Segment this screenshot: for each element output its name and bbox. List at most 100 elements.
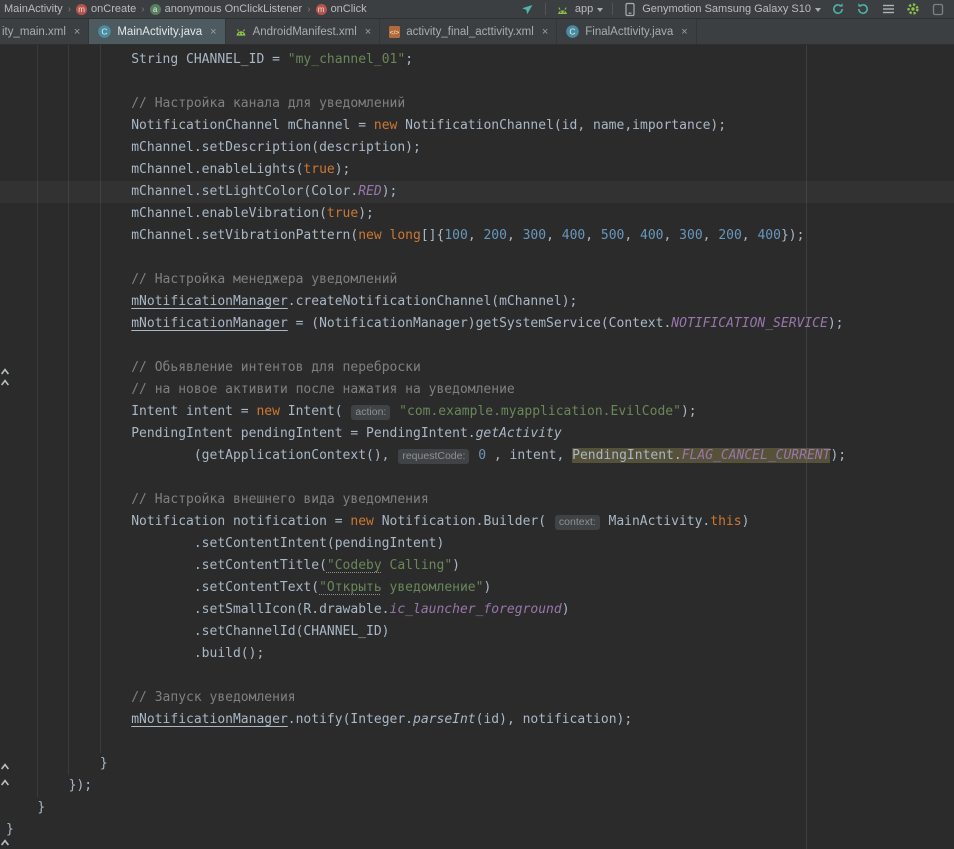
svg-text:</>: </> <box>390 29 400 36</box>
tab-close-icon[interactable]: × <box>681 26 687 38</box>
code-line[interactable]: String CHANNEL_ID = "my_channel_01"; <box>0 49 954 71</box>
code-line[interactable] <box>0 247 954 269</box>
fold-marker-icon[interactable] <box>0 774 10 784</box>
code-line[interactable]: // Запуск уведомления <box>0 687 954 709</box>
code-line-text: Notification notification = new Notifica… <box>6 514 749 529</box>
method-icon: m <box>316 4 327 15</box>
tab-label: activity_final_acttivity.xml <box>406 26 534 38</box>
code-line[interactable]: mChannel.enableLights(true); <box>0 159 954 181</box>
tab-label: FinalActtivity.java <box>585 26 673 38</box>
breadcrumb-item-anonymous-onclicklistener[interactable]: aanonymous OnClickListener <box>148 3 305 15</box>
code-line[interactable]: .setContentTitle("Codeby Calling") <box>0 555 954 577</box>
tab-close-icon[interactable]: × <box>210 26 216 38</box>
code-line[interactable]: // на новое активити после нажатия на ув… <box>0 379 954 401</box>
code-line[interactable]: mChannel.setDescription(description); <box>0 137 954 159</box>
code-line[interactable]: mNotificationManager.notify(Integer.pars… <box>0 709 954 731</box>
svg-text:C: C <box>570 27 576 37</box>
toolbar-divider <box>612 3 613 15</box>
code-line-text: .build(); <box>6 646 264 661</box>
code-line[interactable]: (getApplicationContext(), requestCode: 0… <box>0 445 954 467</box>
code-line[interactable]: mNotificationManager.createNotificationC… <box>0 291 954 313</box>
sdk-manager-icon[interactable] <box>905 1 921 17</box>
breadcrumb-label: onCreate <box>91 3 136 15</box>
fold-marker-icon[interactable] <box>0 374 10 384</box>
code-line[interactable]: .setSmallIcon(R.drawable.ic_launcher_for… <box>0 599 954 621</box>
code-line[interactable]: Intent intent = new Intent( action: "com… <box>0 401 954 423</box>
tab-mainactivity-java[interactable]: CMainActivity.java× <box>89 19 225 44</box>
code-line[interactable]: Notification notification = new Notifica… <box>0 511 954 533</box>
tab-ity-main-xml[interactable]: ity_main.xml× <box>0 19 89 44</box>
code-line[interactable]: } <box>0 797 954 819</box>
code-line-text: .setContentIntent(pendingIntent) <box>6 536 444 551</box>
cursor-arrow-icon[interactable] <box>520 1 536 17</box>
tab-label: MainActivity.java <box>117 26 202 38</box>
code-line-text: // Настройка канала для уведомлений <box>6 96 405 111</box>
android-manifest-icon <box>234 25 248 38</box>
code-line[interactable]: // Настройка канала для уведомлений <box>0 93 954 115</box>
code-line[interactable] <box>0 335 954 357</box>
breadcrumb-bar: MainActivity›monCreate›aanonymous OnClic… <box>2 3 369 15</box>
tab-androidmanifest-xml[interactable]: AndroidManifest.xml× <box>226 19 381 44</box>
code-line[interactable]: } <box>0 819 954 841</box>
code-line-text: .setChannelId(CHANNEL_ID) <box>6 624 390 639</box>
code-line-text: mChannel.setLightColor(Color.RED); <box>6 184 397 199</box>
code-line[interactable]: .build(); <box>0 643 954 665</box>
code-line[interactable]: } <box>0 753 954 775</box>
code-line[interactable]: mNotificationManager = (NotificationMana… <box>0 313 954 335</box>
breadcrumb-item-onclick[interactable]: monClick <box>314 3 369 15</box>
breadcrumb-separator: › <box>141 4 144 15</box>
code-line-text: }); <box>6 778 92 793</box>
apply-changes-icon[interactable] <box>830 1 846 17</box>
tab-finalacttivity-java[interactable]: C FinalActtivity.java × <box>557 19 696 44</box>
code-line[interactable]: .setContentIntent(pendingIntent) <box>0 533 954 555</box>
breadcrumb-item-oncreate[interactable]: monCreate <box>74 3 138 15</box>
device-frame-icon[interactable] <box>930 1 946 17</box>
tab-activity-final-acttivity-xml[interactable]: </> activity_final_acttivity.xml × <box>380 19 557 44</box>
breadcrumb-item-mainactivity[interactable]: MainActivity <box>2 3 65 15</box>
chevron-down-icon <box>815 8 821 12</box>
code-line[interactable] <box>0 71 954 93</box>
sync-icon[interactable] <box>855 1 871 17</box>
code-line[interactable]: NotificationChannel mChannel = new Notif… <box>0 115 954 137</box>
code-line-text: mChannel.setDescription(description); <box>6 140 421 155</box>
tab-close-icon[interactable]: × <box>542 26 548 38</box>
run-config-label: app <box>575 3 593 15</box>
run-config-selector[interactable]: app <box>555 1 603 17</box>
code-line[interactable]: // Настройка менеджера уведомлений <box>0 269 954 291</box>
code-line-text: mChannel.setVibrationPattern(new long[]{… <box>6 228 804 243</box>
code-line[interactable] <box>0 665 954 687</box>
code-line[interactable]: .setChannelId(CHANNEL_ID) <box>0 621 954 643</box>
code-line-text: .setSmallIcon(R.drawable.ic_launcher_for… <box>6 602 570 617</box>
code-line-text: // Настройка внешнего вида уведомления <box>6 492 429 507</box>
tab-bar: ity_main.xml×CMainActivity.java×AndroidM… <box>0 19 954 45</box>
xml-file-icon: </> <box>388 25 401 39</box>
code-line[interactable]: mChannel.enableVibration(true); <box>0 203 954 225</box>
fold-marker-icon[interactable] <box>0 758 10 768</box>
fold-marker-icon[interactable] <box>0 834 10 844</box>
chevron-down-icon <box>597 8 603 12</box>
code-line[interactable]: // Настройка внешнего вида уведомления <box>0 489 954 511</box>
tab-close-icon[interactable]: × <box>74 26 80 38</box>
code-area[interactable]: String CHANNEL_ID = "my_channel_01"; // … <box>0 45 954 841</box>
code-line-text: // Запуск уведомления <box>6 690 296 705</box>
breadcrumb-separator: › <box>307 4 310 15</box>
code-line[interactable]: mChannel.setLightColor(Color.RED); <box>0 181 954 203</box>
code-line-text: String CHANNEL_ID = "my_channel_01"; <box>6 52 413 67</box>
code-line[interactable]: // Обьявление интентов для переброски <box>0 357 954 379</box>
anonymous-class-icon: a <box>150 4 161 15</box>
device-selector[interactable]: Genymotion Samsung Galaxy S10 <box>622 1 821 17</box>
code-line-text: // Обьявление интентов для переброски <box>6 360 421 375</box>
code-line[interactable]: }); <box>0 775 954 797</box>
toolbar-actions: app Genymotion Samsung Galaxy S10 <box>520 1 946 17</box>
code-line[interactable]: mChannel.setVibrationPattern(new long[]{… <box>0 225 954 247</box>
code-line[interactable]: .setContentText("Открыть уведомление") <box>0 577 954 599</box>
code-line-text: .setContentText("Открыть уведомление") <box>6 580 491 595</box>
code-line[interactable] <box>0 731 954 753</box>
event-log-icon[interactable] <box>880 1 896 17</box>
code-line-text: mNotificationManager = (NotificationMana… <box>6 316 844 331</box>
fold-marker-icon[interactable] <box>0 363 10 373</box>
code-line[interactable]: PendingIntent pendingIntent = PendingInt… <box>0 423 954 445</box>
code-line[interactable] <box>0 467 954 489</box>
code-line-text: PendingIntent pendingIntent = PendingInt… <box>6 426 562 441</box>
tab-close-icon[interactable]: × <box>365 26 371 38</box>
